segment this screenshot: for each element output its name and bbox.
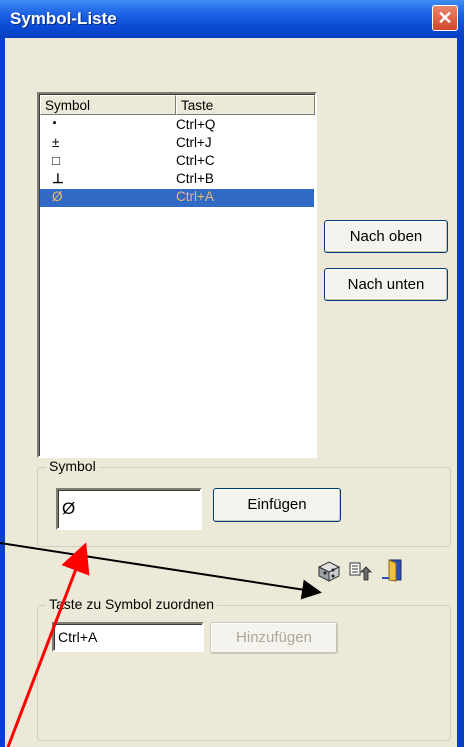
black-annotation-arrow (0, 542, 322, 600)
red-annotation-arrow (6, 542, 90, 747)
annotation-arrows (0, 542, 322, 747)
